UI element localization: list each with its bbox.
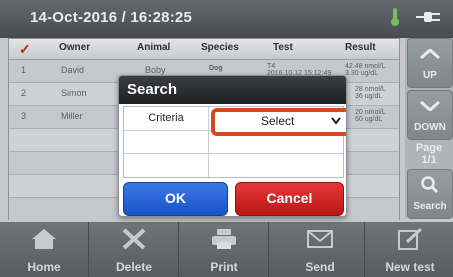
screen: 14-Oct-2016 / 16:28:25 ✓ Owner Animal Sp…	[0, 0, 453, 277]
ok-label: OK	[165, 190, 186, 206]
criteria-label: Criteria	[148, 112, 184, 124]
cancel-button[interactable]: Cancel	[235, 182, 344, 216]
select-value: Select	[261, 114, 295, 128]
dialog-title: Search	[127, 81, 178, 98]
chevron-down-icon	[331, 117, 341, 125]
criteria-row	[124, 153, 343, 176]
dialog-title-bar: Search	[119, 76, 346, 104]
search-dialog: Search Criteria Select OK Cancel	[118, 75, 347, 217]
cancel-label: Cancel	[266, 190, 313, 206]
criteria-select[interactable]: Select	[211, 108, 346, 136]
ok-button[interactable]: OK	[123, 182, 228, 216]
